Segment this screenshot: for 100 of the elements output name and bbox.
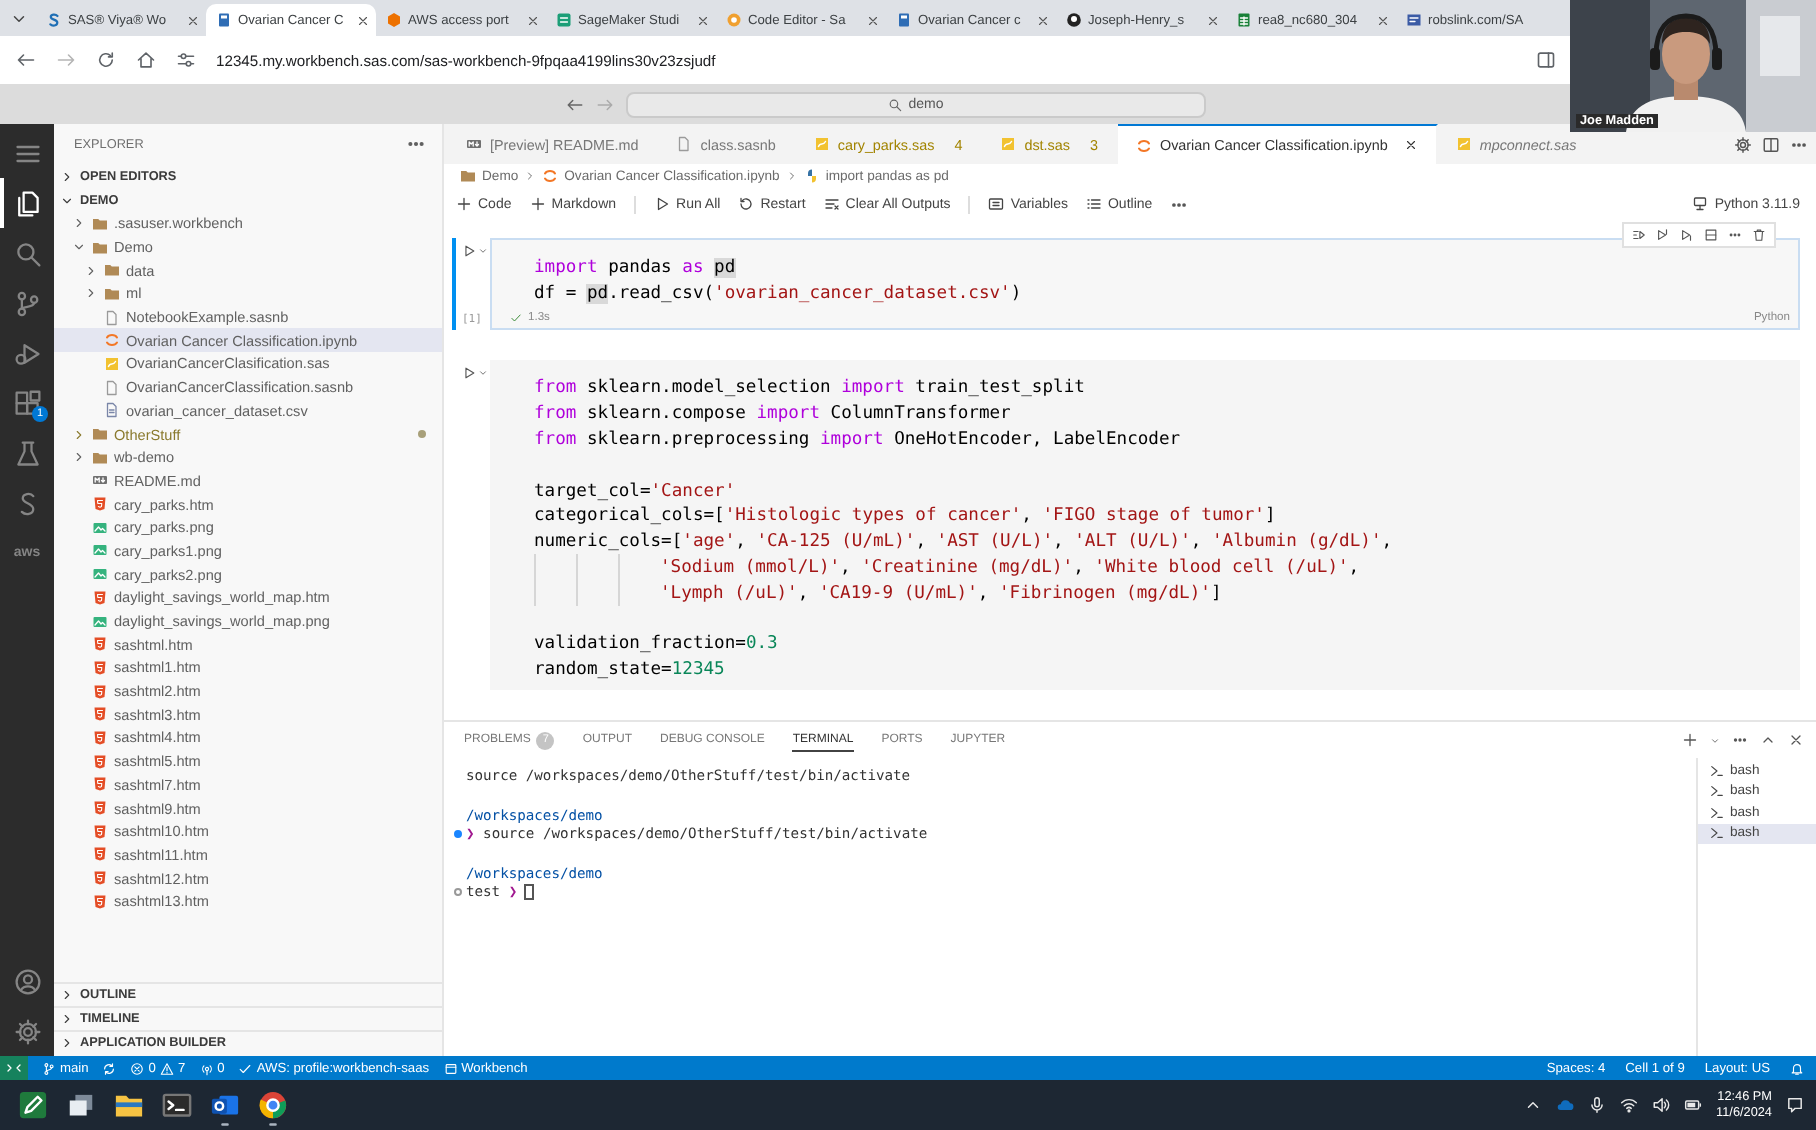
plus-icon bbox=[456, 196, 472, 212]
run-above-icon[interactable] bbox=[1656, 228, 1670, 242]
script-file-icon bbox=[104, 355, 120, 372]
terminal-icon bbox=[1710, 784, 1724, 799]
image-icon bbox=[92, 519, 108, 536]
run-by-line-icon[interactable] bbox=[1632, 228, 1646, 242]
close-icon[interactable] bbox=[186, 13, 200, 27]
ring-icon bbox=[726, 12, 742, 28]
html-icon bbox=[92, 823, 108, 840]
chevron-icon bbox=[478, 368, 488, 378]
battery-icon[interactable] bbox=[1684, 1096, 1703, 1114]
code-line: target_col='Cancer' bbox=[534, 481, 736, 502]
html-icon bbox=[92, 846, 108, 863]
reload-icon[interactable] bbox=[96, 50, 116, 70]
account-icon[interactable] bbox=[13, 967, 41, 995]
run-icon bbox=[462, 244, 476, 258]
run-debug-icon[interactable] bbox=[13, 339, 41, 367]
run-icon bbox=[462, 366, 476, 380]
search-icon[interactable] bbox=[13, 239, 41, 267]
split-cell-icon[interactable] bbox=[1704, 228, 1718, 242]
chevron-icon bbox=[785, 170, 798, 182]
branch-icon bbox=[42, 1061, 56, 1075]
close-icon[interactable] bbox=[1206, 13, 1220, 27]
notebook-icon bbox=[104, 332, 120, 349]
outline-icon bbox=[1085, 196, 1102, 212]
close-icon[interactable] bbox=[1376, 13, 1390, 27]
mail-icon[interactable] bbox=[209, 1090, 239, 1126]
html-icon bbox=[92, 636, 108, 653]
more-icon[interactable] bbox=[1732, 732, 1748, 748]
run-below-icon[interactable] bbox=[1680, 228, 1694, 242]
app-icon bbox=[556, 12, 572, 28]
close-icon[interactable] bbox=[1403, 138, 1418, 152]
run-cell-button[interactable] bbox=[462, 366, 488, 380]
close-icon[interactable] bbox=[356, 13, 370, 27]
terminal-icon bbox=[1710, 763, 1724, 778]
image-icon bbox=[92, 613, 108, 630]
notebook-icon bbox=[1135, 137, 1152, 153]
files-icon[interactable] bbox=[13, 189, 41, 217]
file-icon bbox=[104, 309, 120, 326]
markdown-icon bbox=[466, 136, 482, 152]
clear-icon bbox=[823, 196, 840, 212]
tab-list-icon[interactable] bbox=[10, 10, 28, 28]
code-line: from sklearn.preprocessing import OneHotEncoder, LabelEncoder bbox=[534, 429, 1181, 450]
site-settings-icon[interactable] bbox=[176, 50, 196, 70]
microphone-icon[interactable] bbox=[1588, 1096, 1607, 1114]
html-icon bbox=[92, 659, 108, 676]
folder-icon bbox=[460, 168, 476, 184]
code-line: 'Lymph (/uL)', 'CA19-9 (U/mL)', 'Fibrinogen (mg/dL)'] bbox=[660, 583, 1222, 604]
script-file-icon bbox=[1455, 136, 1472, 152]
error-icon bbox=[130, 1061, 145, 1075]
variables-icon bbox=[988, 196, 1005, 212]
flask-icon[interactable] bbox=[13, 439, 41, 467]
close-icon[interactable] bbox=[866, 13, 880, 27]
back-icon[interactable] bbox=[566, 95, 584, 113]
search-icon bbox=[888, 97, 903, 111]
side-panel-icon[interactable] bbox=[1536, 50, 1556, 70]
hexagon-icon bbox=[386, 12, 402, 28]
chevron-icon[interactable] bbox=[1710, 735, 1720, 745]
run-cell-button[interactable] bbox=[462, 244, 488, 258]
sync-icon bbox=[102, 1061, 117, 1075]
s-logo-icon bbox=[46, 12, 62, 28]
terminal-icon bbox=[1710, 826, 1724, 841]
cloud-icon[interactable] bbox=[1556, 1096, 1575, 1114]
back-icon[interactable] bbox=[16, 50, 36, 70]
browser-icon[interactable] bbox=[257, 1090, 287, 1126]
split-editor-icon[interactable] bbox=[1762, 135, 1780, 153]
html-icon bbox=[92, 893, 108, 910]
plus-icon bbox=[529, 196, 546, 212]
circle-logo-icon bbox=[1066, 12, 1082, 28]
bell-icon[interactable] bbox=[1790, 1061, 1804, 1075]
settings-icon[interactable] bbox=[13, 1017, 41, 1045]
image-icon bbox=[92, 542, 108, 559]
html-icon bbox=[92, 753, 108, 770]
monitor-icon bbox=[1692, 196, 1709, 212]
restart-icon bbox=[738, 196, 755, 212]
delete-icon[interactable] bbox=[1752, 228, 1766, 242]
speaker-icon[interactable] bbox=[1652, 1096, 1671, 1114]
close-icon[interactable] bbox=[1788, 732, 1804, 748]
more-icon[interactable] bbox=[1728, 228, 1742, 242]
document-icon bbox=[216, 12, 232, 28]
plus-icon[interactable] bbox=[1682, 732, 1698, 748]
close-icon[interactable] bbox=[1036, 13, 1050, 27]
spreadsheet-icon bbox=[1236, 12, 1252, 28]
status-item[interactable] bbox=[102, 1061, 117, 1075]
settings-icon[interactable] bbox=[1734, 135, 1752, 153]
caret-icon[interactable] bbox=[1524, 1096, 1543, 1114]
close-icon[interactable] bbox=[696, 13, 710, 27]
home-icon[interactable] bbox=[136, 50, 156, 70]
wifi-icon[interactable] bbox=[1620, 1096, 1639, 1114]
notifications-icon[interactable] bbox=[1786, 1096, 1804, 1114]
python-icon bbox=[803, 168, 820, 184]
page-icon bbox=[1406, 12, 1422, 28]
code-cell[interactable] bbox=[490, 360, 1800, 690]
run-icon bbox=[654, 196, 671, 212]
maximize-icon[interactable] bbox=[1760, 732, 1776, 748]
close-icon[interactable] bbox=[526, 13, 540, 27]
code-line: 'Sodium (mmol/L)', 'Creatinine (mg/dL)', 'White blood cell (/uL)', bbox=[660, 557, 1360, 578]
source-control-icon[interactable] bbox=[13, 289, 41, 317]
extensions-icon[interactable] bbox=[13, 389, 41, 417]
html-icon bbox=[92, 683, 108, 700]
